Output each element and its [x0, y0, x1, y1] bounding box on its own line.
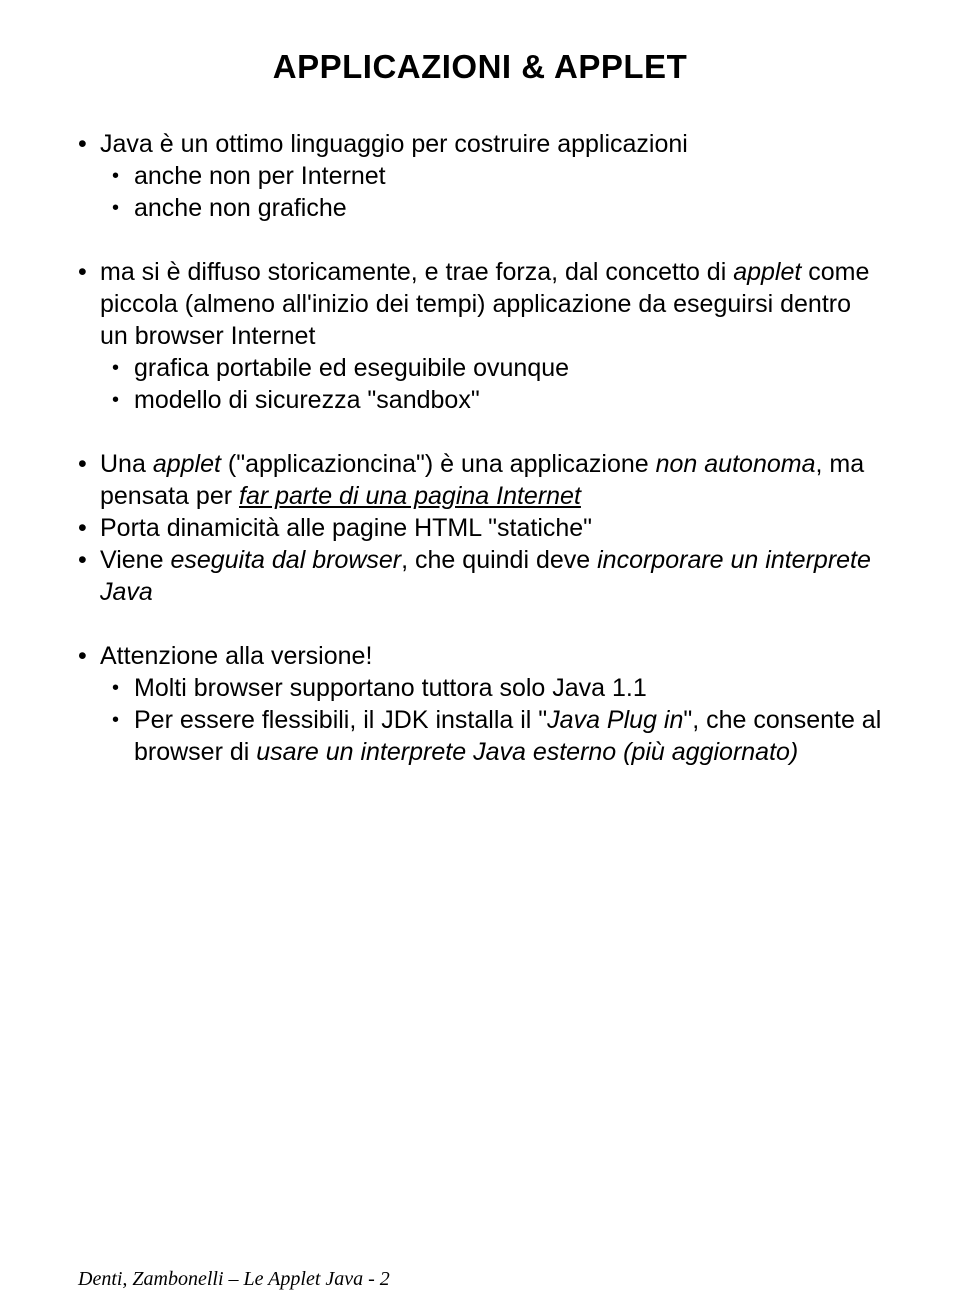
- block-1: • Java è un ottimo linguaggio per costru…: [78, 128, 882, 224]
- bullet-dot-icon: •: [112, 192, 134, 224]
- bullet-dot-icon: •: [78, 128, 100, 160]
- bullet-text: Molti browser supportano tuttora solo Ja…: [134, 672, 882, 704]
- bullet-sub-item: • anche non per Internet: [78, 160, 882, 192]
- bullet-dot-icon: •: [78, 640, 100, 672]
- bullet-item: • Viene eseguita dal browser, che quindi…: [78, 544, 882, 608]
- bullet-dot-icon: •: [112, 160, 134, 192]
- bullet-sub-item: • grafica portabile ed eseguibile ovunqu…: [78, 352, 882, 384]
- bullet-sub-item: • Molti browser supportano tuttora solo …: [78, 672, 882, 704]
- bullet-text: grafica portabile ed eseguibile ovunque: [134, 352, 882, 384]
- bullet-text: anche non grafiche: [134, 192, 882, 224]
- bullet-dot-icon: •: [78, 544, 100, 576]
- bullet-item: • ma si è diffuso storicamente, e trae f…: [78, 256, 882, 352]
- block-2: • ma si è diffuso storicamente, e trae f…: [78, 256, 882, 416]
- bullet-item: • Porta dinamicità alle pagine HTML "sta…: [78, 512, 882, 544]
- bullet-dot-icon: •: [112, 704, 134, 736]
- bullet-item: • Java è un ottimo linguaggio per costru…: [78, 128, 882, 160]
- bullet-text: Porta dinamicità alle pagine HTML "stati…: [100, 512, 882, 544]
- bullet-text: modello di sicurezza "sandbox": [134, 384, 882, 416]
- bullet-dot-icon: •: [112, 352, 134, 384]
- bullet-text: Attenzione alla versione!: [100, 640, 882, 672]
- bullet-dot-icon: •: [78, 448, 100, 480]
- block-4: • Attenzione alla versione! • Molti brow…: [78, 640, 882, 768]
- document-content: • Java è un ottimo linguaggio per costru…: [78, 128, 882, 768]
- bullet-sub-item: • modello di sicurezza "sandbox": [78, 384, 882, 416]
- bullet-text: Java è un ottimo linguaggio per costruir…: [100, 128, 882, 160]
- bullet-dot-icon: •: [112, 384, 134, 416]
- bullet-sub-item: • anche non grafiche: [78, 192, 882, 224]
- bullet-item: • Attenzione alla versione!: [78, 640, 882, 672]
- block-3: • Una applet ("applicazioncina") è una a…: [78, 448, 882, 608]
- bullet-dot-icon: •: [112, 672, 134, 704]
- page-title: APPLICAZIONI & APPLET: [78, 48, 882, 86]
- bullet-text: Per essere flessibili, il JDK installa i…: [134, 704, 882, 768]
- bullet-text: anche non per Internet: [134, 160, 882, 192]
- bullet-dot-icon: •: [78, 512, 100, 544]
- bullet-text: Una applet ("applicazioncina") è una app…: [100, 448, 882, 512]
- page-footer: Denti, Zambonelli – Le Applet Java - 2: [78, 1268, 390, 1291]
- bullet-dot-icon: •: [78, 256, 100, 288]
- bullet-sub-item: • Per essere flessibili, il JDK installa…: [78, 704, 882, 768]
- bullet-text: ma si è diffuso storicamente, e trae for…: [100, 256, 882, 352]
- bullet-text: Viene eseguita dal browser, che quindi d…: [100, 544, 882, 608]
- bullet-item: • Una applet ("applicazioncina") è una a…: [78, 448, 882, 512]
